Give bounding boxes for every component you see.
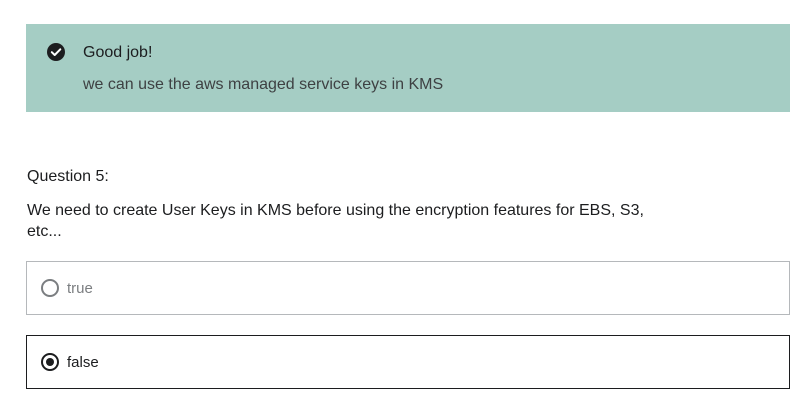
check-circle-icon [46, 42, 66, 62]
answer-option-label: true [67, 280, 93, 297]
answer-option-label: false [67, 354, 99, 371]
radio-checked-icon[interactable] [41, 353, 59, 371]
feedback-message: we can use the aws managed service keys … [83, 76, 444, 93]
feedback-banner: Good job! we can use the aws managed ser… [26, 24, 790, 112]
radio-unchecked-icon[interactable] [41, 279, 59, 297]
question-prompt: We need to create User Keys in KMS befor… [27, 202, 644, 240]
answer-option-false[interactable]: false [26, 335, 790, 389]
question-number: Question 5: [27, 168, 109, 185]
answer-option-true[interactable]: true [26, 261, 790, 315]
feedback-title: Good job! [83, 44, 153, 61]
